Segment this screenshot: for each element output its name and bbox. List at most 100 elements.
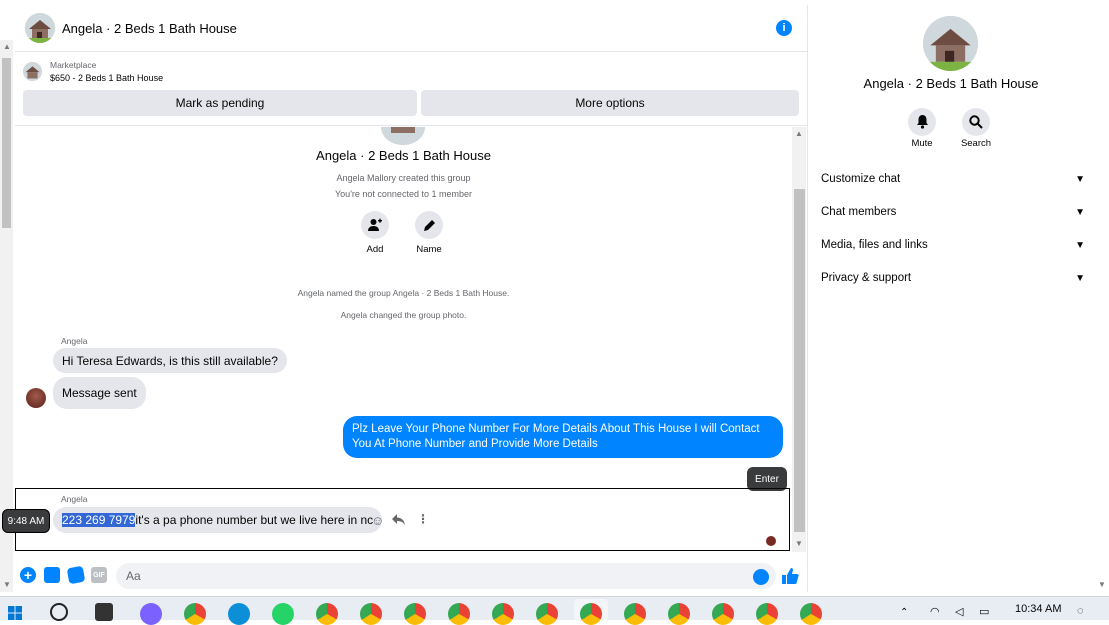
edge-icon[interactable] [228,603,250,625]
message-list: Angela · 2 Beds 1 Bath House Angela Mall… [15,127,792,552]
row-label: Chat members [821,206,897,218]
messages-scrollbar[interactable]: ▲ ▼ [792,127,806,552]
message-bubble-outgoing[interactable]: Plz Leave Your Phone Number For More Det… [343,416,783,458]
search-label: Search [960,138,992,149]
add-person-icon [368,218,382,231]
page-scrollbar-thumb[interactable] [2,58,11,228]
chrome-profile-icon[interactable] [536,603,558,625]
battery-icon[interactable]: ▭ [979,605,989,618]
pencil-icon [423,219,435,231]
thumbs-up-icon[interactable] [781,567,799,585]
scroll-down-icon[interactable]: ▼ [1098,580,1106,589]
scroll-up-icon[interactable]: ▲ [795,129,803,138]
chrome-profile-icon[interactable] [316,603,338,625]
chrome-profile-icon[interactable] [492,603,514,625]
name-label: Name [416,244,442,255]
search-button[interactable] [962,108,990,136]
react-icon[interactable]: ☺ [371,513,384,528]
emoji-icon[interactable] [753,569,769,585]
event-photo-changed: Angela changed the group photo. [340,310,467,320]
more-actions-icon[interactable]: ⋮ [417,512,429,526]
timestamp-tooltip: 9:48 AM [2,509,50,533]
chevron-up-icon[interactable]: ⌃ [900,607,908,618]
chrome-profile-icon[interactable] [800,603,822,625]
chrome-profile-icon[interactable] [360,603,382,625]
customize-chat-row[interactable]: Customize chat ▼ [821,169,1085,189]
window-scrollbar[interactable]: ▼ [1093,0,1109,592]
panel-group-avatar[interactable] [923,16,978,71]
taskbar: ⌃ ◠ ◁ ▭ 10:34 AM ◌ [0,596,1109,625]
chevron-down-icon: ▼ [1075,206,1085,218]
mute-label: Mute [911,138,933,149]
bell-icon [916,115,928,129]
gif-icon[interactable]: GIF [91,567,107,583]
windows-start-icon[interactable] [8,606,22,620]
sticker-icon[interactable] [66,565,86,585]
chrome-profile-icon[interactable] [580,603,602,625]
name-group-button[interactable] [415,211,443,239]
teams-icon[interactable] [140,603,162,625]
search-icon[interactable] [50,603,68,621]
chrome-profile-icon[interactable] [448,603,470,625]
chat-header: Angela · 2 Beds 1 Bath House i [15,5,808,52]
chat-members-row[interactable]: Chat members ▼ [821,202,1085,222]
event-group-named: Angela named the group Angela · 2 Beds 1… [297,288,510,298]
sender-name: Angela [61,494,88,504]
task-view-icon[interactable] [95,603,113,621]
add-label: Add [366,244,384,255]
scroll-down-icon[interactable]: ▼ [795,539,803,548]
not-connected-text: You're not connected to 1 member [335,189,472,199]
search-icon [969,115,983,129]
marketplace-label: Marketplace [50,60,97,70]
row-label: Customize chat [821,173,901,185]
notification-icon[interactable]: ◌ [1077,605,1084,617]
chevron-down-icon: ▼ [1075,272,1085,284]
sender-name: Angela [61,336,88,346]
chrome-profile-icon[interactable] [624,603,646,625]
chrome-profile-icon[interactable] [712,603,734,625]
clock-time[interactable]: 10:34 AM [1015,603,1061,615]
created-by-text: Angela Mallory created this group [336,173,471,183]
group-title: Angela · 2 Beds 1 Bath House [316,148,491,163]
chrome-icon[interactable] [184,603,206,625]
composer-bar: + GIF Aa [15,561,808,592]
messages-scrollbar-thumb[interactable] [794,189,805,532]
plus-icon[interactable]: + [20,567,36,583]
info-icon[interactable]: i [776,20,792,36]
chat-title[interactable]: Angela · 2 Beds 1 Bath House [62,21,237,36]
row-label: Privacy & support [821,272,912,284]
scroll-down-icon[interactable]: ▼ [3,580,11,589]
sender-avatar[interactable] [26,388,46,408]
whatsapp-icon[interactable] [272,603,294,625]
row-label: Media, files and links [821,239,928,251]
panel-title: Angela · 2 Beds 1 Bath House [863,76,1039,91]
more-options-button[interactable]: More options [421,90,799,116]
chat-info-panel: Angela · 2 Beds 1 Bath House Mute Search… [809,5,1093,592]
volume-icon[interactable]: ◁ [955,605,963,618]
reply-icon[interactable] [392,514,405,526]
chat-window: Angela · 2 Beds 1 Bath House i Marketpla… [15,5,808,592]
mute-button[interactable] [908,108,936,136]
chevron-down-icon: ▼ [1075,239,1085,251]
privacy-support-row[interactable]: Privacy & support ▼ [821,268,1085,288]
listing-thumbnail[interactable] [23,62,42,81]
chrome-profile-icon[interactable] [404,603,426,625]
photo-icon[interactable] [44,567,60,583]
wifi-icon[interactable]: ◠ [930,605,940,618]
highlighted-phone-number: 223 269 7979 [62,513,136,527]
mark-as-pending-button[interactable]: Mark as pending [23,90,417,116]
chrome-profile-icon[interactable] [668,603,690,625]
message-bubble-incoming[interactable]: Hi Teresa Edwards, is this still availab… [53,348,287,373]
chrome-profile-icon[interactable] [756,603,778,625]
listing-title[interactable]: $650 - 2 Beds 1 Bath House [50,73,163,83]
read-receipt-avatar [766,536,776,546]
message-bubble-incoming[interactable]: Message sent [53,377,146,409]
scroll-up-icon[interactable]: ▲ [3,42,11,51]
message-input[interactable]: Aa [116,563,776,589]
add-member-button[interactable] [361,211,389,239]
message-bubble-incoming[interactable]: 223 269 7979 it's a pa phone number but … [53,507,383,533]
chevron-down-icon: ▼ [1075,173,1085,185]
group-avatar[interactable] [25,13,55,43]
media-files-links-row[interactable]: Media, files and links ▼ [821,235,1085,255]
message-text: it's a pa phone number but we live here … [135,513,374,527]
